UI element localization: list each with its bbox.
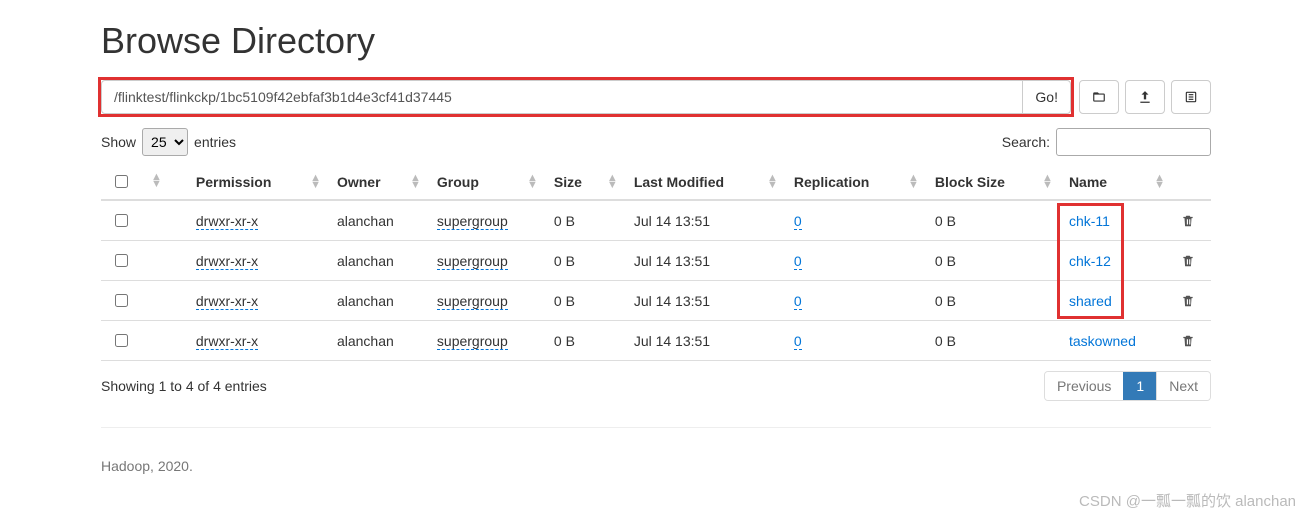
replication-value[interactable]: 0 <box>794 213 802 230</box>
table-controls: Show 25 entries Search: <box>101 128 1211 156</box>
header-size[interactable]: Size ▲▼ <box>544 164 624 200</box>
header-block-size[interactable]: Block Size ▲▼ <box>925 164 1059 200</box>
pagination: Previous 1 Next <box>1044 371 1211 401</box>
sort-icon: ▲▼ <box>527 175 538 189</box>
last-modified-value: Jul 14 13:51 <box>634 213 710 229</box>
sort-icon: ▲▼ <box>767 175 778 189</box>
size-value: 0 B <box>554 253 575 269</box>
header-sort-primary[interactable]: ▲▼ <box>141 164 186 200</box>
page-title: Browse Directory <box>101 20 1211 62</box>
search-label: Search: <box>1002 134 1050 150</box>
pagination-previous[interactable]: Previous <box>1045 372 1123 400</box>
replication-value[interactable]: 0 <box>794 293 802 310</box>
last-modified-value: Jul 14 13:51 <box>634 253 710 269</box>
table-footer: Showing 1 to 4 of 4 entries Previous 1 N… <box>101 361 1211 421</box>
block-size-value: 0 B <box>935 213 956 229</box>
show-entries: Show 25 entries <box>101 128 236 156</box>
owner-value: alanchan <box>337 293 394 309</box>
table-row: drwxr-xr-x alanchan supergroup 0 B Jul 14 13… <box>101 281 1211 321</box>
permission-value[interactable]: drwxr-xr-x <box>196 293 258 310</box>
header-last-modified[interactable]: Last Modified ▲▼ <box>624 164 784 200</box>
path-toolbar: Go! <box>101 80 1211 114</box>
sort-icon: ▲▼ <box>607 175 618 189</box>
pagination-page-1[interactable]: 1 <box>1123 372 1156 400</box>
table-row: drwxr-xr-x alanchan supergroup 0 B Jul 14 13… <box>101 200 1211 241</box>
sort-icon: ▲▼ <box>908 175 919 189</box>
replication-value[interactable]: 0 <box>794 253 802 270</box>
upload-icon <box>1138 90 1152 104</box>
search-input[interactable] <box>1056 128 1211 156</box>
search-box: Search: <box>1002 128 1211 156</box>
owner-value: alanchan <box>337 253 394 269</box>
permission-value[interactable]: drwxr-xr-x <box>196 213 258 230</box>
header-checkbox <box>101 164 141 200</box>
sort-icon: ▲▼ <box>310 175 321 189</box>
name-link[interactable]: chk-12 <box>1069 253 1111 269</box>
header-owner[interactable]: Owner ▲▼ <box>327 164 427 200</box>
page-size-select[interactable]: 25 <box>142 128 188 156</box>
table-header-row: ▲▼ Permission ▲▼ Owner ▲▼ Group ▲▼ <box>101 164 1211 200</box>
upload-button[interactable] <box>1125 80 1165 114</box>
sort-icon: ▲▼ <box>151 174 162 188</box>
header-permission[interactable]: Permission ▲▼ <box>186 164 327 200</box>
toolbar-buttons <box>1079 80 1211 114</box>
path-input-group: Go! <box>101 80 1071 114</box>
last-modified-value: Jul 14 13:51 <box>634 293 710 309</box>
select-all-checkbox[interactable] <box>115 175 128 188</box>
trash-icon[interactable] <box>1181 334 1201 348</box>
header-group[interactable]: Group ▲▼ <box>427 164 544 200</box>
name-link[interactable]: shared <box>1069 293 1112 309</box>
row-checkbox[interactable] <box>115 334 128 347</box>
pagination-next[interactable]: Next <box>1156 372 1210 400</box>
size-value: 0 B <box>554 293 575 309</box>
sort-icon: ▲▼ <box>410 175 421 189</box>
group-value[interactable]: supergroup <box>437 253 508 270</box>
last-modified-value: Jul 14 13:51 <box>634 333 710 349</box>
header-actions <box>1171 164 1211 200</box>
owner-value: alanchan <box>337 213 394 229</box>
name-link[interactable]: taskowned <box>1069 333 1136 349</box>
sort-icon: ▲▼ <box>1154 175 1165 189</box>
group-value[interactable]: supergroup <box>437 213 508 230</box>
name-link[interactable]: chk-11 <box>1069 213 1110 229</box>
file-table: ▲▼ Permission ▲▼ Owner ▲▼ Group ▲▼ <box>101 164 1211 361</box>
permission-value[interactable]: drwxr-xr-x <box>196 333 258 350</box>
replication-value[interactable]: 0 <box>794 333 802 350</box>
trash-icon[interactable] <box>1181 214 1201 228</box>
size-value: 0 B <box>554 213 575 229</box>
folder-open-icon <box>1092 90 1106 104</box>
row-checkbox[interactable] <box>115 294 128 307</box>
go-button[interactable]: Go! <box>1022 80 1071 114</box>
table-row: drwxr-xr-x alanchan supergroup 0 B Jul 14 13… <box>101 241 1211 281</box>
row-checkbox[interactable] <box>115 254 128 267</box>
table-row: drwxr-xr-x alanchan supergroup 0 B Jul 14 13… <box>101 321 1211 361</box>
trash-icon[interactable] <box>1181 294 1201 308</box>
header-replication[interactable]: Replication ▲▼ <box>784 164 925 200</box>
new-folder-icon <box>1184 90 1198 104</box>
summary-text: Showing 1 to 4 of 4 entries <box>101 378 267 394</box>
trash-icon[interactable] <box>1181 254 1201 268</box>
group-value[interactable]: supergroup <box>437 293 508 310</box>
block-size-value: 0 B <box>935 253 956 269</box>
row-checkbox[interactable] <box>115 214 128 227</box>
show-label-prefix: Show <box>101 134 136 150</box>
permission-value[interactable]: drwxr-xr-x <box>196 253 258 270</box>
size-value: 0 B <box>554 333 575 349</box>
parent-dir-button[interactable] <box>1079 80 1119 114</box>
hadoop-footer: Hadoop, 2020. <box>101 427 1211 504</box>
path-input[interactable] <box>101 80 1023 114</box>
header-name[interactable]: Name ▲▼ <box>1059 164 1171 200</box>
create-dir-button[interactable] <box>1171 80 1211 114</box>
owner-value: alanchan <box>337 333 394 349</box>
show-label-suffix: entries <box>194 134 236 150</box>
sort-icon: ▲▼ <box>1042 175 1053 189</box>
group-value[interactable]: supergroup <box>437 333 508 350</box>
block-size-value: 0 B <box>935 333 956 349</box>
block-size-value: 0 B <box>935 293 956 309</box>
